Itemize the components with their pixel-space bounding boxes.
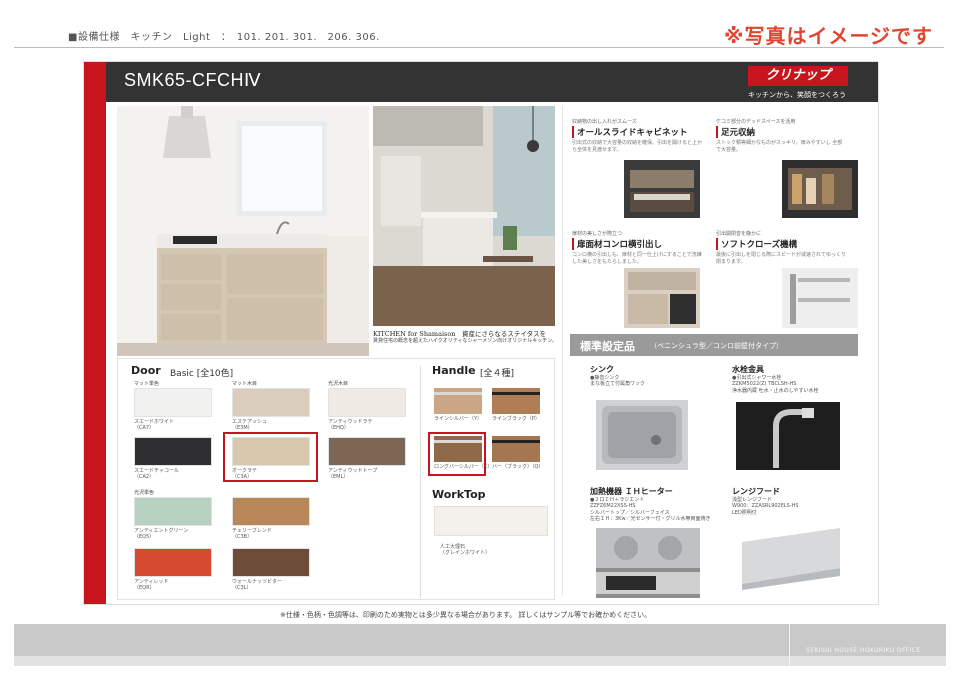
faucet-image: [736, 402, 840, 470]
door-swatch-label: スエードホワイト （CA7）: [134, 419, 175, 431]
door-swatch-label: アンティウッドトープ （EML）: [328, 468, 378, 480]
handle-heading: Handle: [432, 364, 476, 377]
door-swatch-label: アンティウッドラテ （EHQ）: [328, 419, 373, 431]
brand-logo: クリナップ: [748, 66, 848, 86]
std-item-name: 水栓金具: [732, 365, 764, 374]
handle-swatch[interactable]: [492, 388, 540, 414]
handle-bar: [492, 392, 540, 395]
standard-items-title: 標準設定品: [580, 340, 635, 353]
handle-bar: [492, 440, 540, 443]
feature-toe-storage: ケコミ部分のデッドスペースを活用 足元収納 ストック類等細かなものがスッキリ。扉…: [716, 118, 846, 153]
feature-stove-drawer-image: [624, 268, 700, 328]
feature-slide-cabinet-image: [624, 160, 700, 218]
footer-note: ※仕様・色柄・色調等は、印刷のため実物とは多少異なる場合があります。 詳しくはサ…: [280, 611, 652, 619]
feature-title: オールスライドキャビネット: [572, 126, 702, 138]
feature-slide-cabinet: 収納物の出し入れがスムーズ オールスライドキャビネット 引出式の収納で大容量の収…: [572, 118, 702, 153]
handle-swatch-label: ラインシルバー（Y）: [434, 416, 483, 422]
std-ih-heater: 加熱機器 ＩＨヒーター ●２口ＩＨ＋ラジエント ZZFZ6M22XSS-HS シ…: [590, 486, 740, 522]
handle-selected-outline: [428, 432, 486, 476]
door-swatch[interactable]: [134, 388, 212, 417]
worktop-swatch[interactable]: [434, 506, 548, 536]
std-item-name: シンク: [590, 365, 614, 374]
feature-title: ソフトクローズ機構: [716, 238, 846, 250]
std-item-name: 加熱機器 ＩＨヒーター: [590, 487, 673, 496]
feature-title: 扉面材コンロ横引出し: [572, 238, 702, 250]
door-group-label: マット単色: [134, 381, 160, 387]
handle-swatch[interactable]: [492, 436, 540, 462]
footer-separator: [789, 624, 790, 666]
door-swatch-label: スエードチャコール （CA2）: [134, 468, 179, 480]
feature-desc: ストック類等細かなものがスッキリ。扉みやすいし 全部で大容量。: [716, 140, 843, 153]
ih-heater-image: [596, 528, 700, 598]
door-swatch[interactable]: [328, 437, 406, 466]
sink-image: [596, 400, 688, 470]
feature-desc: コンロ横の引出しも、扉材と同一仕上げにすることで洗練した美しさをもたらしました。: [572, 252, 702, 265]
column-rule: [562, 106, 563, 596]
header-rule: [14, 47, 944, 48]
spec-line: ■設備仕様 キッチン Light ： 101. 201. 301. 206. 3…: [68, 32, 380, 43]
standard-items-subtitle: （ペニンシュラ型／コンロ前壁付タイプ）: [650, 342, 783, 350]
kitchen-photo-main: [117, 106, 369, 356]
feature-tag: 引出開閉音を静かに: [716, 231, 762, 237]
door-swatch-label: アンティレッド （EQR）: [134, 579, 169, 591]
feature-desc: 最後に引出しを閉じる際にスピードが減速されてゆっくり閉まります。: [716, 252, 846, 265]
photo-caption-sub: 賃貸住宅の概念を超えたハイクオリティなシャーメゾン向けオリジナルキッチン。: [373, 338, 558, 344]
brand-tagline: キッチンから、笑顔をつくろう: [748, 91, 846, 99]
door-heading: Door: [131, 364, 161, 377]
footer-bar-lower: [14, 656, 946, 666]
handle-swatch-label: バー（ブラック）（Q）: [492, 464, 544, 470]
door-swatch[interactable]: [134, 497, 212, 526]
selection-divider: [420, 366, 421, 598]
feature-soft-close: 引出開閉音を静かに ソフトクローズ機構 最後に引出しを閉じる際にスピードが減速さ…: [716, 230, 846, 265]
feature-soft-close-image: [782, 268, 858, 328]
door-swatch[interactable]: [134, 548, 212, 577]
handle-swatch-label: ラインブラック（P）: [492, 416, 540, 422]
feature-title: 足元収納: [716, 126, 846, 138]
feature-toe-storage-image: [782, 160, 858, 218]
accent-bar: [84, 62, 106, 604]
feature-tag: 収納物の出し入れがスムーズ: [572, 119, 637, 125]
door-swatch-label: エステアッシュ （E3M）: [232, 419, 268, 431]
worktop-heading: WorkTop: [432, 488, 486, 501]
door-swatch-label: ウォールナッツビター （C3L）: [232, 579, 283, 591]
std-range-hood: レンジフード 浅型レンジフード W900：ZZASRL902ELS-HS LED…: [732, 486, 862, 516]
std-item-spec: ●２口ＩＨ＋ラジエント ZZFZ6M22XSS-HS シルバートップ／シルバーフ…: [590, 497, 711, 522]
model-number: SMK65-CFCHⅣ: [124, 70, 262, 90]
range-hood-image: [736, 524, 846, 594]
handle-swatch[interactable]: [434, 388, 482, 414]
kitchen-photo-lifestyle: [373, 106, 555, 326]
std-item-spec: 浅型レンジフード W900：ZZASRL902ELS-HS LED照明付: [732, 497, 799, 516]
std-item-name: レンジフード: [732, 487, 780, 496]
std-item-spec: ●静音シンク まな板立て付属角ワック: [590, 375, 646, 388]
door-swatch[interactable]: [134, 437, 212, 466]
std-item-spec: ●引出式シャワー水栓 ZZKM5022(Z) TBCLSH-HS 浄水器内蔵 吐…: [732, 375, 819, 394]
image-note: ※写真はイメージです: [724, 24, 934, 48]
handle-subheading: [全４種]: [480, 369, 515, 379]
footer-company: SEKISUI HOUSE HOKURIKU OFFICE: [806, 647, 921, 654]
door-swatch[interactable]: [232, 388, 310, 417]
door-swatch-label: アンティエントグリーン （EQ5）: [134, 528, 189, 540]
feature-tag: ケコミ部分のデッドスペースを活用: [716, 119, 796, 125]
door-swatch-label: チェリーブレンド （C3B）: [232, 528, 272, 540]
door-swatch[interactable]: [328, 388, 406, 417]
door-group-label: マット木目: [232, 381, 258, 387]
handle-bar: [434, 392, 482, 395]
feature-stove-drawer: 扉材の美しさが際立つ 扉面材コンロ横引出し コンロ横の引出しも、扉材と同一仕上げ…: [572, 230, 702, 265]
worktop-swatch-label: 人工大理石 （グレインホワイト）: [440, 544, 491, 556]
door-swatch[interactable]: [232, 548, 310, 577]
std-faucet: 水栓金具 ●引出式シャワー水栓 ZZKM5022(Z) TBCLSH-HS 浄水…: [732, 364, 862, 394]
std-sink: シンク ●静音シンク まな板立て付属角ワック: [590, 364, 720, 388]
door-group-label: 光沢木目: [328, 381, 349, 387]
door-swatch[interactable]: [232, 497, 310, 526]
door-subheading: Basic [全10色]: [170, 369, 234, 379]
feature-desc: 引出式の収納で大容量の収納を確保。引出を開けると上から全体を見渡せます。: [572, 140, 703, 153]
feature-tag: 扉材の美しさが際立つ: [572, 231, 623, 237]
door-group-label: 光沢単色: [134, 490, 155, 496]
door-selected-outline: [223, 432, 318, 482]
